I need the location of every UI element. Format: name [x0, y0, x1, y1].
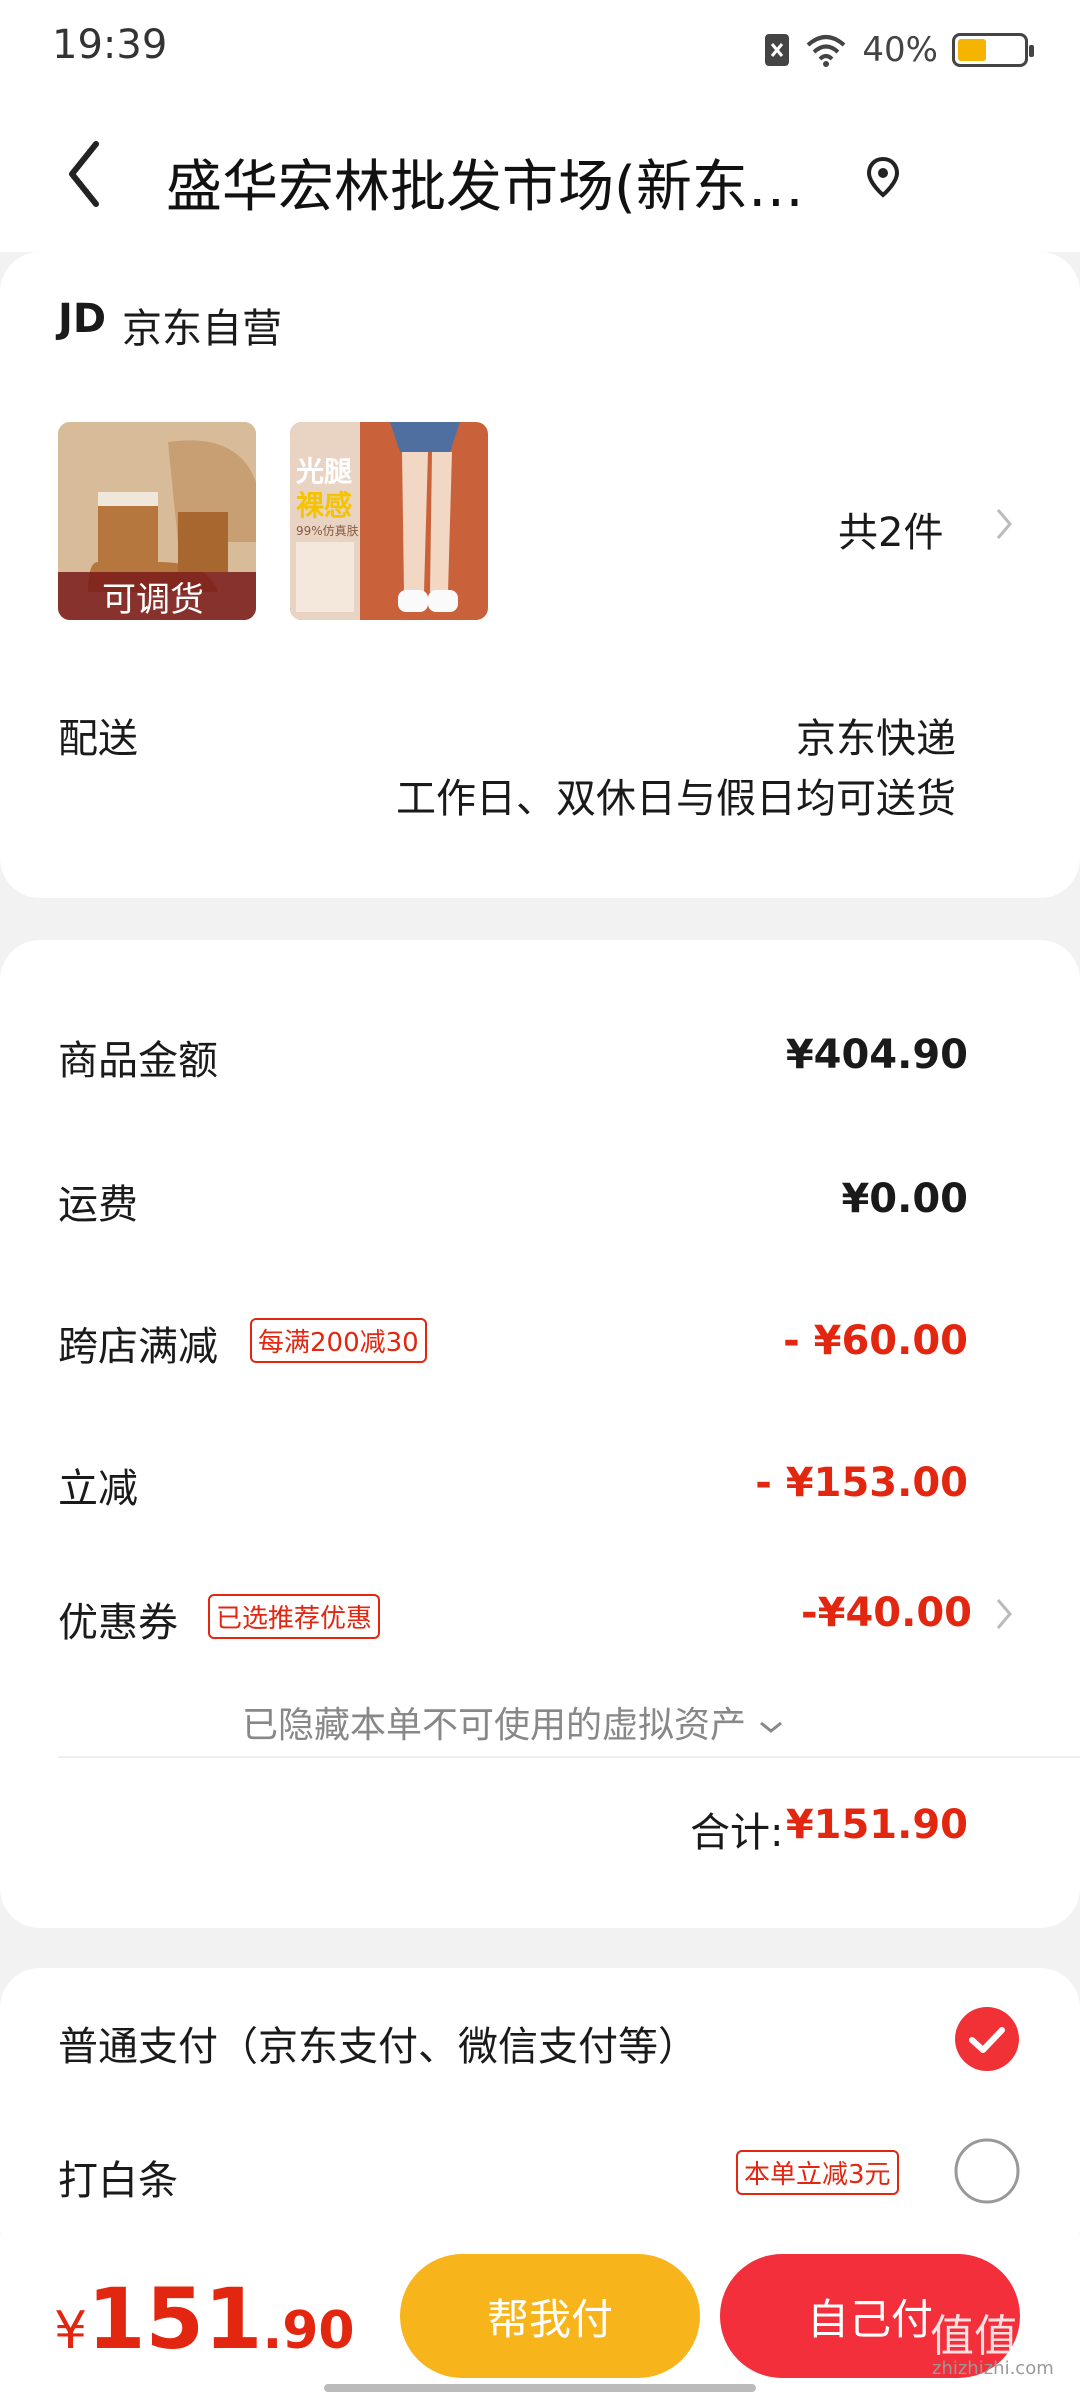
- instant-discount-label: 立减: [58, 1466, 138, 1512]
- radio-empty-icon[interactable]: [954, 2138, 1020, 2204]
- jd-logo: JD: [58, 296, 107, 342]
- cross-store-tag: 每满200减30: [250, 1318, 427, 1363]
- cross-store-label: 跨店满减: [58, 1324, 218, 1370]
- baitiao-label[interactable]: 打白条: [58, 2148, 178, 2206]
- hidden-assets-text: 已隐藏本单不可使用的虚拟资产: [242, 1705, 747, 1746]
- delivery-carrier[interactable]: 京东快递: [796, 706, 956, 764]
- goods-amount-value: ¥404.90: [785, 1032, 968, 1078]
- bottom-total: ¥151.90: [54, 2270, 355, 2368]
- transfer-available-label: 可调货: [102, 580, 204, 620]
- store-name: 京东自营: [122, 306, 282, 352]
- battery-level: [958, 39, 986, 61]
- divider: [58, 1756, 1080, 1758]
- hidden-assets-toggle[interactable]: 已隐藏本单不可使用的虚拟资产: [242, 1696, 785, 1748]
- bottom-amount-int: 151: [87, 2270, 263, 2368]
- product-thumb-boots[interactable]: 可调货: [58, 422, 256, 620]
- address-title[interactable]: 盛华宏林批发市场(新东…: [166, 142, 804, 223]
- sim-icon: [765, 34, 790, 66]
- coupon-label[interactable]: 优惠券: [58, 1590, 178, 1648]
- back-arrow-icon[interactable]: [64, 140, 104, 208]
- product-text-b: 裸感: [296, 489, 353, 522]
- instant-discount-value: - ¥153.00: [755, 1460, 968, 1506]
- battery-icon: [952, 33, 1034, 67]
- pricing-card: [0, 940, 1080, 1928]
- total-value: ¥151.90: [785, 1802, 968, 1848]
- normal-pay-label[interactable]: 普通支付（京东支付、微信支付等）: [58, 2014, 698, 2072]
- payment-method-card: [0, 1968, 1080, 2268]
- total-label: 合计:: [690, 1810, 784, 1856]
- delivery-note: 工作日、双休日与假日均可送货: [396, 776, 956, 822]
- chevron-down-icon: [760, 1721, 783, 1733]
- battery-percent: 40%: [862, 30, 938, 70]
- status-indicators: 40%: [764, 26, 1034, 74]
- location-pin-icon[interactable]: [866, 156, 900, 198]
- shipping-value: ¥0.00: [841, 1176, 968, 1222]
- coupon-value[interactable]: -¥40.00: [801, 1590, 972, 1636]
- goods-amount-label: 商品金额: [58, 1038, 218, 1084]
- product-thumb-stockings[interactable]: 光腿 裸感 99%仿真肤: [290, 422, 488, 620]
- watermark-logo: 值值值: [930, 2311, 1062, 2362]
- shipping-label: 运费: [58, 1182, 138, 1228]
- chevron-right-icon[interactable]: [994, 506, 1014, 542]
- status-time: 19:39: [52, 22, 168, 68]
- cross-store-value: - ¥60.00: [783, 1318, 968, 1364]
- item-count[interactable]: 共2件: [838, 500, 943, 558]
- bottom-currency: ¥: [54, 2301, 88, 2361]
- bottom-amount-dec: .90: [262, 2301, 355, 2361]
- help-pay-button[interactable]: 帮我付: [400, 2254, 700, 2378]
- coupon-tag: 已选推荐优惠: [208, 1594, 381, 1639]
- baitiao-tag: 本单立减3元: [736, 2150, 899, 2195]
- watermark-url: zhizhizhi.com: [932, 2358, 1054, 2379]
- check-circle-icon[interactable]: [954, 2006, 1020, 2072]
- product-text-c: 99%仿真肤: [296, 524, 359, 538]
- chevron-right-icon[interactable]: [994, 1596, 1014, 1632]
- delivery-label: 配送: [58, 716, 138, 762]
- wifi-icon: [807, 35, 846, 67]
- home-indicator[interactable]: [324, 2384, 756, 2392]
- status-bar: 19:39 40%: [0, 0, 1080, 100]
